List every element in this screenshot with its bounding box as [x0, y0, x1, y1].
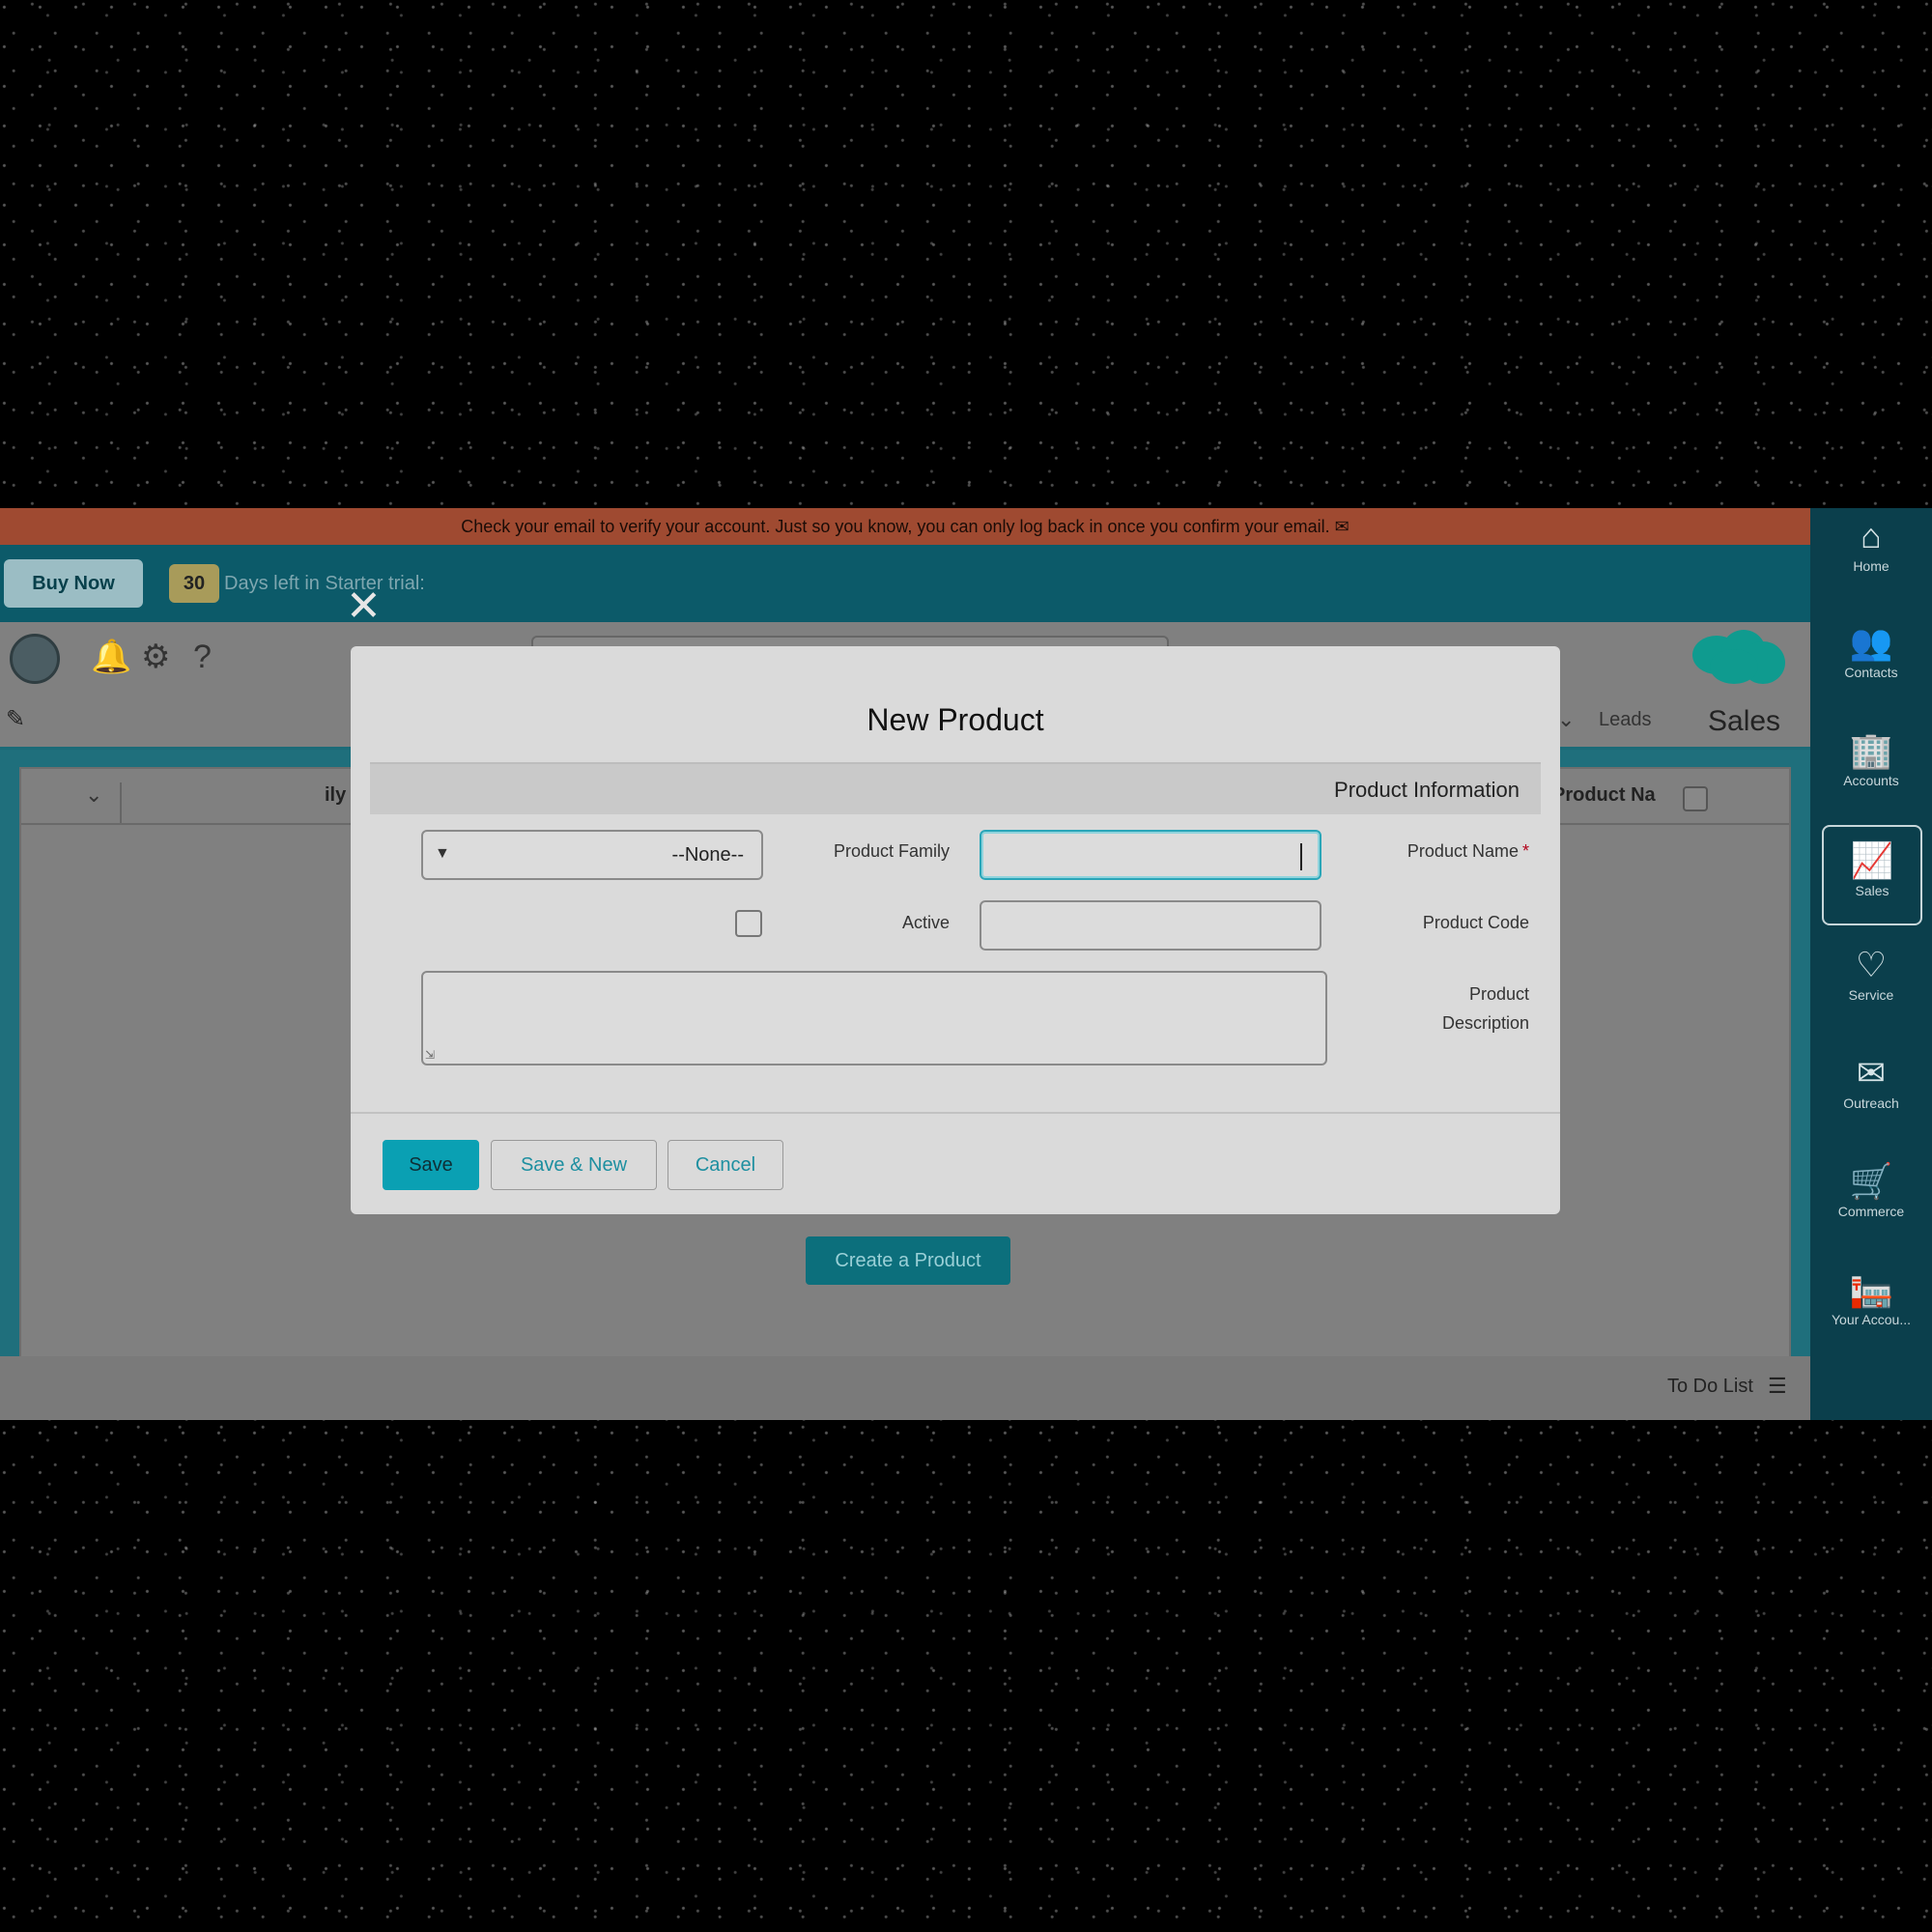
envelope-icon: ✉ [1334, 517, 1350, 536]
text-caret [1300, 843, 1302, 870]
gear-icon[interactable]: ⚙ [141, 639, 170, 674]
sales-icon: 📈 [1850, 840, 1894, 880]
rail-item-sales[interactable]: 📈 Sales [1822, 825, 1922, 925]
product-name-label: Product Name * [1406, 841, 1529, 861]
new-product-modal: New Product Product Information Product … [351, 646, 1560, 1214]
rail-item-home[interactable]: ⌂ Home [1810, 516, 1932, 583]
nav-rail: ⌂ Home 👥 Contacts 🏢 Accounts 📈 Sales ♡ S… [1810, 508, 1932, 1420]
tab-leads[interactable]: Leads [1599, 709, 1652, 731]
section-header: Product Information [370, 764, 1541, 814]
bell-icon[interactable]: 🔔 [91, 639, 131, 674]
trial-days-badge: 30 [169, 564, 219, 603]
envelope-icon: ✉ [1856, 1053, 1887, 1093]
rail-item-outreach[interactable]: ✉ Outreach [1810, 1053, 1932, 1121]
cart-icon: 🛒 [1849, 1161, 1893, 1201]
rail-item-your-account[interactable]: 🏣 Your Accou... [1810, 1269, 1932, 1337]
utility-bar: To Do List ☰ [0, 1356, 1810, 1420]
product-family-label: Product Family [833, 841, 950, 861]
checklist-icon[interactable]: ☰ [1768, 1374, 1787, 1399]
help-icon[interactable]: ? [193, 639, 212, 674]
verify-email-alert: Check your email to verify your account.… [0, 508, 1810, 545]
building-icon: 🏣 [1849, 1269, 1893, 1309]
product-description-textarea[interactable]: ⇲ [421, 971, 1327, 1065]
user-avatar[interactable] [10, 634, 60, 684]
cancel-button[interactable]: Cancel [668, 1140, 783, 1190]
save-and-new-button[interactable]: Save & New [491, 1140, 657, 1190]
divider [351, 1112, 1560, 1114]
product-name-input[interactable] [980, 830, 1321, 880]
save-button[interactable]: Save [383, 1140, 479, 1190]
rail-item-service[interactable]: ♡ Service [1810, 945, 1932, 1012]
home-icon: ⌂ [1861, 516, 1882, 555]
pencil-icon[interactable]: ✎ [6, 705, 25, 733]
salesforce-logo [1692, 630, 1785, 688]
dropdown-arrow-icon: ▼ [435, 845, 450, 862]
trial-bar: Buy Now 30 Days left in Starter trial: [0, 545, 1810, 622]
required-marker: * [1521, 841, 1529, 861]
create-product-button[interactable]: Create a Product [806, 1236, 1010, 1285]
heart-icon: ♡ [1855, 945, 1888, 984]
product-code-input[interactable] [980, 900, 1321, 951]
trial-days-label: Days left in Starter trial: [224, 573, 425, 594]
column-header-product-name[interactable]: Product Na [1552, 784, 1656, 807]
product-family-value: --None-- [671, 844, 744, 866]
rail-item-commerce[interactable]: 🛒 Commerce [1810, 1161, 1932, 1229]
section-title: Product Information [1334, 778, 1520, 802]
product-family-select[interactable]: ▼ --None-- [421, 830, 763, 880]
rail-item-contacts[interactable]: 👥 Contacts [1810, 622, 1932, 690]
contacts-icon: 👥 [1849, 622, 1893, 662]
column-header-product-family[interactable]: ily [325, 784, 346, 807]
resize-handle-icon[interactable]: ⇲ [425, 1048, 435, 1062]
product-description-label: Product Description [1441, 984, 1529, 1033]
chevron-down-icon[interactable]: ⌄ [85, 782, 123, 823]
accounts-icon: 🏢 [1849, 730, 1893, 770]
rail-item-accounts[interactable]: 🏢 Accounts [1810, 730, 1932, 798]
select-all-checkbox[interactable] [1683, 786, 1708, 811]
modal-title: New Product [867, 702, 1044, 737]
app-title: Sales [1708, 705, 1781, 737]
buy-now-button[interactable]: Buy Now [4, 559, 143, 608]
product-code-label: Product Code [1422, 913, 1529, 932]
active-checkbox[interactable] [735, 910, 762, 937]
modal-close-icon[interactable]: ✕ [346, 585, 382, 628]
todo-list-label[interactable]: To Do List [1667, 1376, 1753, 1398]
active-label: Active [901, 913, 950, 932]
alert-text: Check your email to verify your account.… [461, 517, 1330, 536]
